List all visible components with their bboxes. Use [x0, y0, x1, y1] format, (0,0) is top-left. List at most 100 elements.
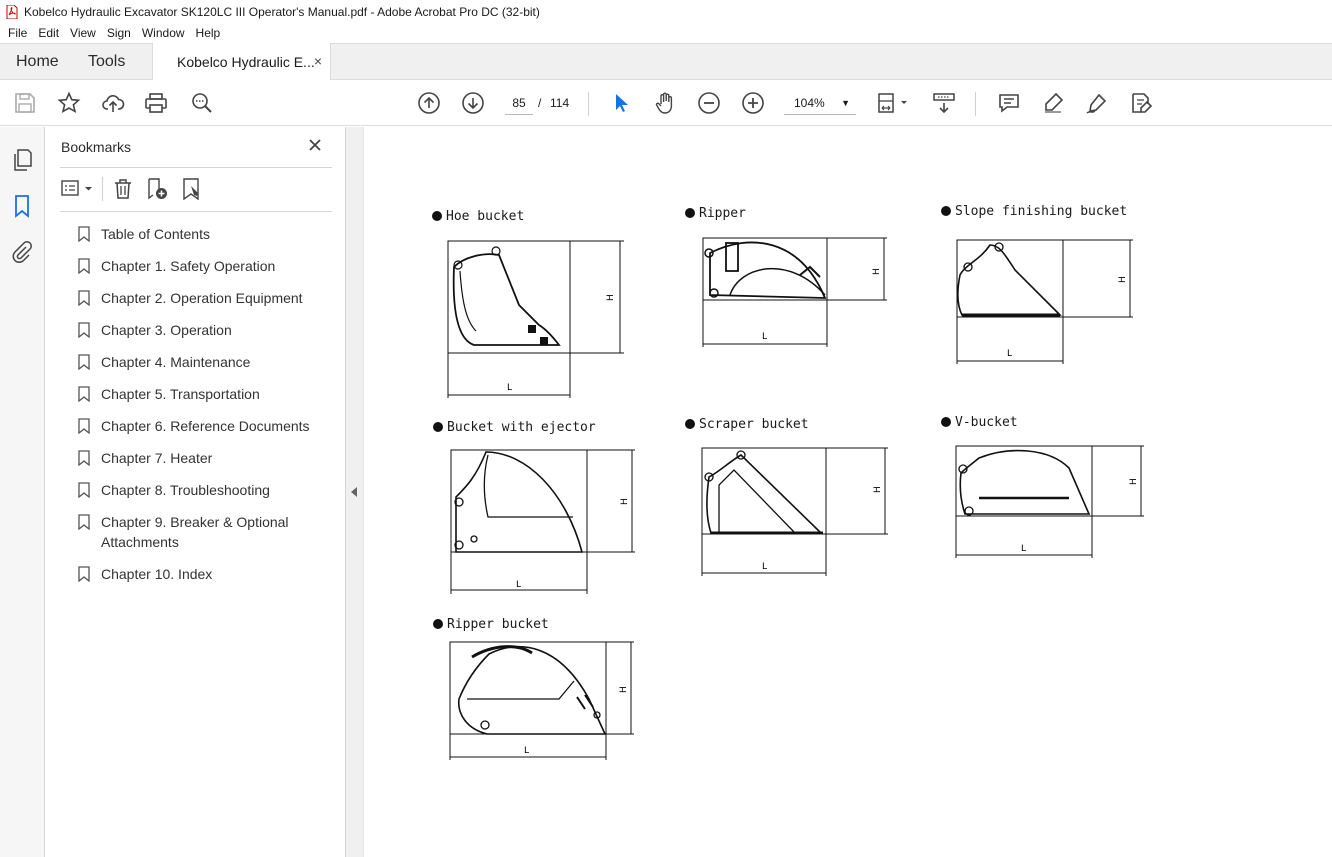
hoe-bucket-drawing: H L [444, 237, 634, 412]
bookmark-label: Chapter 4. Maintenance [101, 354, 251, 370]
print-icon[interactable] [144, 91, 168, 115]
bookmark-panel-icon[interactable] [10, 194, 34, 218]
find-zoom-icon[interactable] [190, 91, 214, 115]
slope-finishing-bucket-drawing: H L [954, 235, 1144, 370]
select-cursor-icon[interactable] [609, 91, 633, 115]
bookmark-label: Chapter 5. Transportation [101, 386, 260, 402]
previous-page-icon[interactable] [417, 91, 441, 115]
comment-icon[interactable] [997, 91, 1021, 115]
page-separator: / [538, 96, 542, 110]
panel-title: Bookmarks [61, 139, 132, 155]
attachment-paperclip-icon[interactable] [10, 240, 34, 264]
bookmark-options-icon[interactable] [61, 178, 95, 200]
ripper-drawing: H L [700, 235, 890, 358]
tab-home[interactable]: Home [16, 53, 59, 71]
bookmark-item[interactable]: Chapter 8. Troubleshooting [75, 480, 335, 500]
bullet-icon [433, 422, 443, 432]
bullet-icon [433, 619, 443, 629]
length-dimension-label: L [1021, 544, 1026, 554]
bookmark-list: Table of Contents Chapter 1. Safety Oper… [75, 224, 335, 596]
bookmark-label: Chapter 2. Operation Equipment [101, 290, 303, 306]
bookmark-icon [78, 450, 90, 467]
delete-bookmark-icon[interactable] [112, 178, 134, 200]
hand-tool-icon[interactable] [653, 91, 677, 115]
highlight-pen-icon[interactable] [1041, 91, 1065, 115]
chevron-down-icon: ▼ [841, 98, 850, 108]
pages-thumbnails-icon[interactable] [10, 148, 34, 172]
panel-splitter[interactable] [345, 127, 364, 857]
bullet-icon [432, 211, 442, 221]
bookmark-item[interactable]: Chapter 1. Safety Operation [75, 256, 335, 276]
bullet-icon [941, 206, 951, 216]
bookmark-label: Chapter 9. Breaker & Optional Attachment… [101, 514, 289, 550]
figure-label: Scraper bucket [685, 417, 809, 432]
save-icon[interactable] [13, 91, 37, 115]
page-number-input[interactable]: 85 [505, 91, 533, 115]
zoom-level-value: 104% [794, 96, 825, 110]
zoom-in-icon[interactable] [741, 91, 765, 115]
new-bookmark-icon[interactable] [146, 178, 168, 200]
height-dimension-label: H [606, 294, 616, 301]
figure-label: V-bucket [941, 415, 1018, 430]
tab-document-label: Kobelco Hydraulic E... [177, 53, 315, 70]
height-dimension-label: H [872, 268, 882, 275]
bookmark-item[interactable]: Chapter 6. Reference Documents [75, 416, 335, 436]
draw-pen-icon[interactable] [1085, 91, 1109, 115]
menu-window[interactable]: Window [142, 26, 185, 40]
bookmark-icon [78, 354, 90, 371]
height-dimension-label: H [873, 486, 883, 493]
acrobat-icon [6, 4, 18, 19]
panel-divider [60, 211, 332, 212]
height-dimension-label: H [620, 498, 630, 505]
bookmark-item[interactable]: Chapter 9. Breaker & Optional Attachment… [75, 512, 335, 552]
menu-help[interactable]: Help [196, 26, 221, 40]
bookmark-label: Chapter 8. Troubleshooting [101, 482, 270, 498]
menu-file[interactable]: File [8, 26, 27, 40]
close-panel-icon[interactable] [307, 137, 323, 158]
menu-sign[interactable]: Sign [107, 26, 131, 40]
menu-edit[interactable]: Edit [38, 26, 59, 40]
zoom-level-select[interactable]: 104% ▼ [784, 91, 856, 115]
v-bucket-drawing: H L [953, 443, 1153, 568]
length-dimension-label: L [1007, 349, 1012, 359]
tab-bar: Home Tools Kobelco Hydraulic E... × [0, 43, 1332, 80]
bookmark-item[interactable]: Chapter 4. Maintenance [75, 352, 335, 372]
page-total: 114 [550, 96, 570, 110]
navigation-rail [0, 127, 45, 857]
bookmark-icon [78, 418, 90, 435]
figure-label: Ripper [685, 206, 746, 221]
bookmark-item[interactable]: Chapter 7. Heater [75, 448, 335, 468]
bookmark-icon [78, 290, 90, 307]
bookmark-item[interactable]: Table of Contents [75, 224, 335, 244]
scroll-mode-icon[interactable] [932, 91, 956, 115]
bookmark-item[interactable]: Chapter 3. Operation [75, 320, 335, 340]
menu-view[interactable]: View [70, 26, 96, 40]
collapse-panel-icon[interactable] [351, 487, 357, 497]
close-tab-icon[interactable]: × [314, 53, 322, 69]
toolbar-divider [588, 92, 589, 116]
star-icon[interactable] [57, 91, 81, 115]
bookmark-label: Chapter 7. Heater [101, 450, 213, 466]
page-fit-icon[interactable] [877, 91, 913, 115]
next-page-icon[interactable] [461, 91, 485, 115]
bookmarks-panel: Bookmarks Table of Contents Chapter 1. S… [45, 127, 345, 857]
bookmark-item[interactable]: Chapter 2. Operation Equipment [75, 288, 335, 308]
menu-bar: File Edit View Sign Window Help [0, 23, 1332, 43]
upload-cloud-icon[interactable] [101, 91, 125, 115]
length-dimension-label: L [762, 332, 767, 342]
bookmark-icon [78, 514, 90, 531]
fill-sign-icon[interactable] [1129, 91, 1153, 115]
tab-document[interactable]: Kobelco Hydraulic E... × [152, 43, 331, 80]
zoom-out-icon[interactable] [697, 91, 721, 115]
bookmark-icon [78, 258, 90, 275]
figure-label: Hoe bucket [432, 209, 524, 224]
bookmark-item[interactable]: Chapter 5. Transportation [75, 384, 335, 404]
bookmark-icon [78, 322, 90, 339]
length-dimension-label: L [762, 562, 767, 572]
document-page: Hoe bucket H L Ripper H L Slope finishin… [364, 127, 1332, 857]
bookmark-item[interactable]: Chapter 10. Index [75, 564, 335, 584]
tab-tools[interactable]: Tools [88, 53, 125, 71]
bookmark-properties-icon[interactable] [181, 178, 203, 201]
length-dimension-label: L [524, 746, 529, 756]
ripper-bucket-drawing: H L [447, 637, 637, 772]
